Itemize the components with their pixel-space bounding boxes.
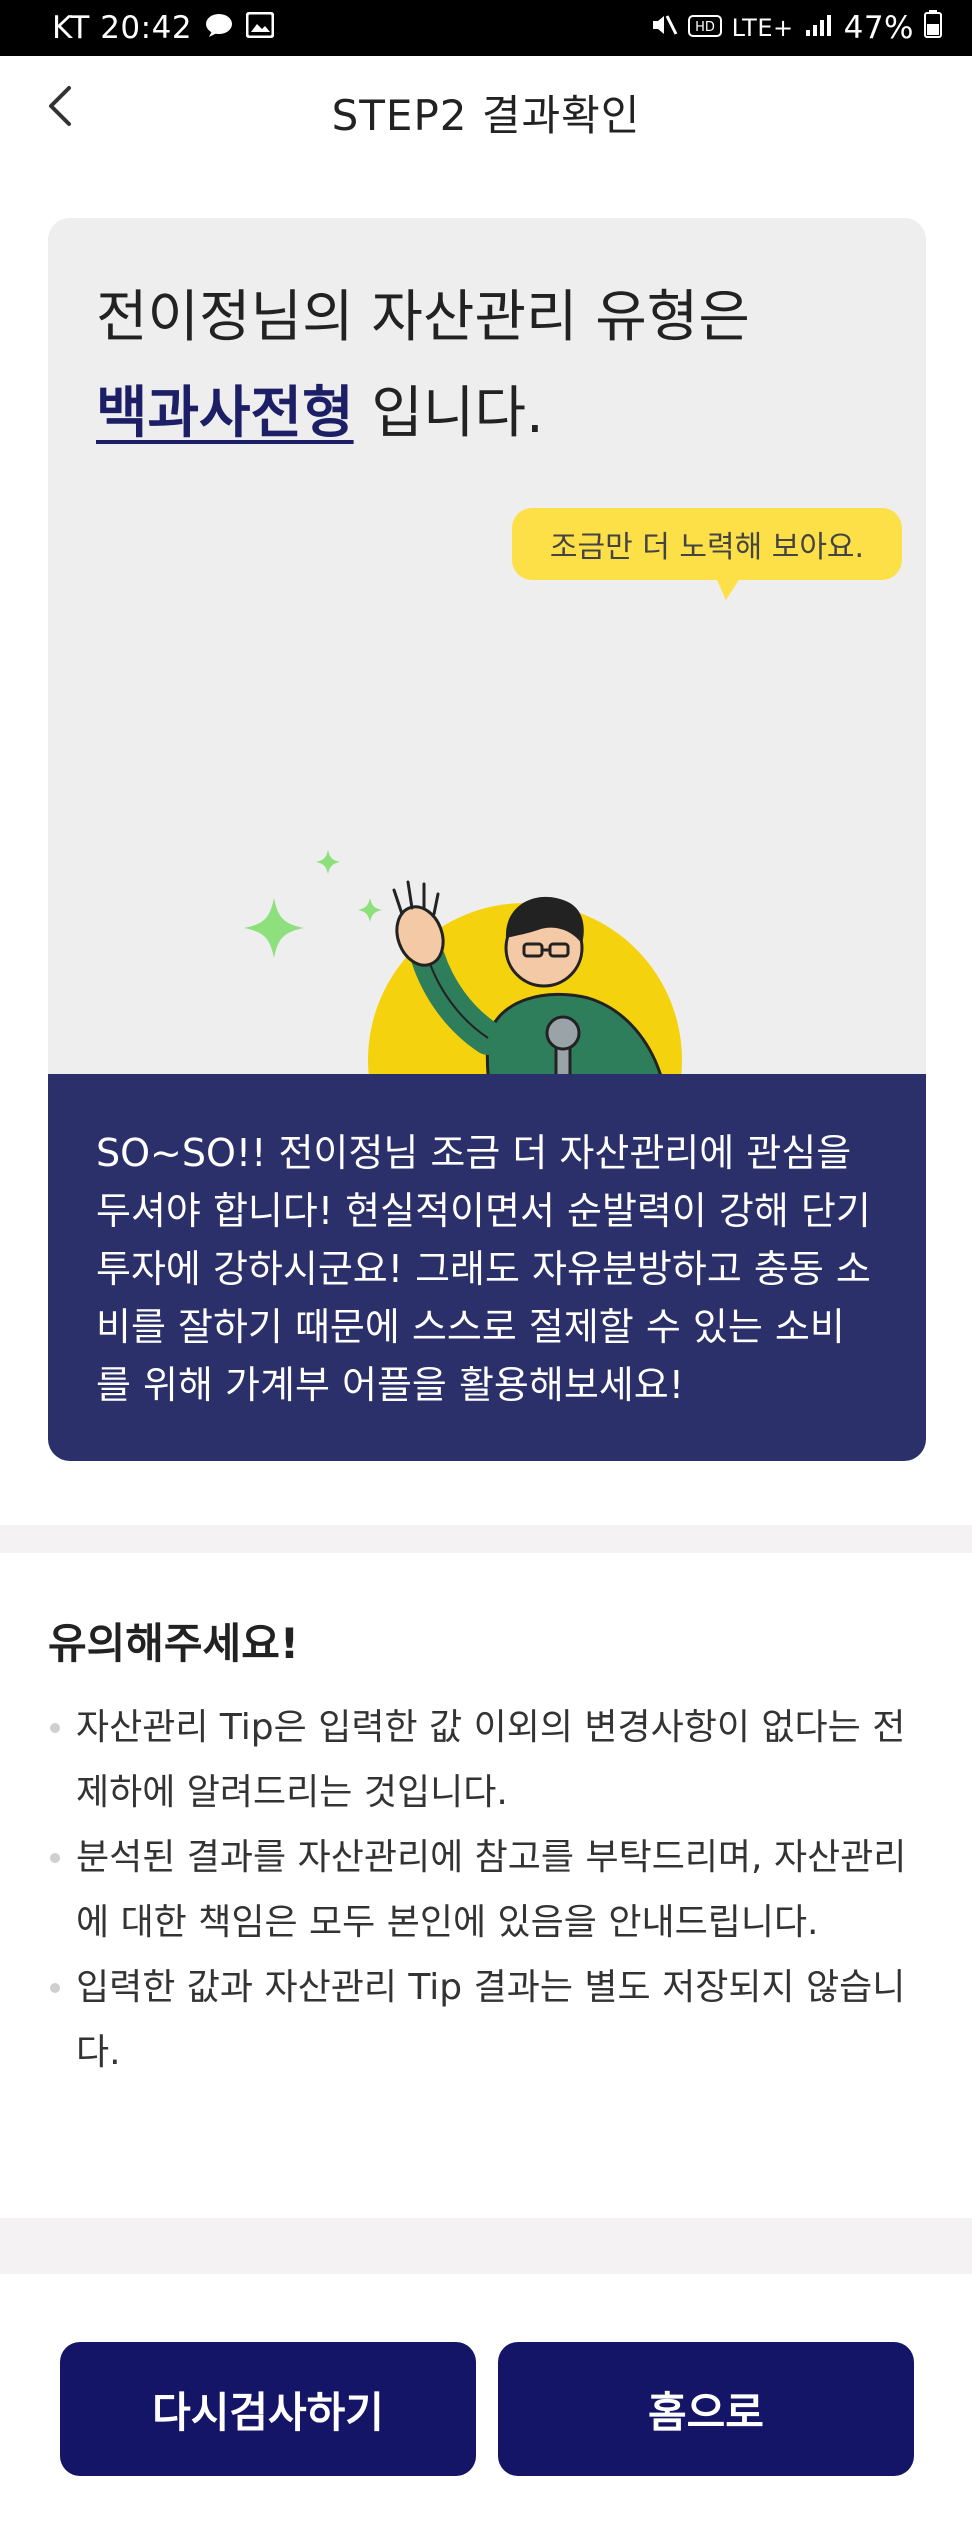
home-button[interactable]: 홈으로	[498, 2342, 914, 2476]
result-heading: 전이정님의 자산관리 유형은	[96, 285, 750, 350]
asset-type-name: 백과사전형	[96, 381, 354, 446]
section-divider	[0, 1525, 972, 1553]
sparkle-large-icon	[244, 898, 304, 958]
status-right: HD LTE+ 47%	[650, 10, 942, 46]
notice-title: 유의해주세요!	[48, 1619, 299, 1668]
result-summary: 전이정님의 자산관리 유형은 백과사전형 입니다. 조금만 더 노력해 보아요.	[48, 218, 926, 1217]
retry-test-button[interactable]: 다시검사하기	[60, 2342, 476, 2476]
speech-bubble-tail	[716, 578, 740, 600]
section-divider	[0, 2218, 972, 2274]
network-type: LTE+	[731, 14, 794, 42]
carrier-time: KT 20:42	[52, 10, 193, 46]
notice-item: 입력한 값과 자산관리 Tip 결과는 별도 저장되지 않습니다.	[48, 1955, 928, 2085]
chat-notification-icon	[204, 10, 234, 46]
result-type-line: 백과사전형 입니다.	[96, 368, 544, 449]
speech-bubble: 조금만 더 노력해 보아요.	[512, 508, 902, 580]
page-title: STEP2 결과확인	[331, 90, 641, 140]
notice-item-text: 입력한 값과 자산관리 Tip 결과는 별도 저장되지 않습니다.	[76, 1967, 906, 2073]
signal-icon	[804, 10, 834, 46]
svg-text:HD: HD	[695, 20, 715, 35]
character-illustration	[188, 618, 708, 1217]
image-notification-icon	[245, 10, 275, 46]
bullet-icon	[50, 1853, 60, 1863]
status-bar: KT 20:42 HD LTE+ 47%	[0, 0, 972, 56]
battery-percent: 47%	[843, 10, 914, 46]
battery-icon	[924, 10, 942, 46]
sparkle-small-icon	[316, 850, 382, 922]
notice-item: 자산관리 Tip은 입력한 값 이외의 변경사항이 없다는 전제하에 알려드리는…	[48, 1695, 928, 1825]
chevron-left-icon	[45, 84, 75, 132]
status-left: KT 20:42	[52, 10, 275, 46]
result-description: SO~SO!! 전이정님 조금 더 자산관리에 관심을 두셔야 합니다! 현실적…	[96, 1131, 871, 1407]
hd-voice-icon: HD	[687, 10, 722, 46]
notice-item: 분석된 결과를 자산관리에 참고를 부탁드리며, 자산관리에 대한 책임은 모두…	[48, 1825, 928, 1955]
mute-vibrate-icon	[650, 10, 678, 46]
bullet-icon	[50, 1723, 60, 1733]
result-type-suffix: 입니다.	[353, 381, 544, 446]
result-card: 전이정님의 자산관리 유형은 백과사전형 입니다. 조금만 더 노력해 보아요.	[48, 218, 926, 1461]
back-button[interactable]	[30, 78, 90, 138]
notice-list: 자산관리 Tip은 입력한 값 이외의 변경사항이 없다는 전제하에 알려드리는…	[48, 1695, 928, 2085]
notice-item-text: 분석된 결과를 자산관리에 참고를 부탁드리며, 자산관리에 대한 책임은 모두…	[76, 1837, 907, 1943]
bullet-icon	[50, 1983, 60, 1993]
result-description-panel: SO~SO!! 전이정님 조금 더 자산관리에 관심을 두셔야 합니다! 현실적…	[48, 1074, 926, 1461]
notice-item-text: 자산관리 Tip은 입력한 값 이외의 변경사항이 없다는 전제하에 알려드리는…	[76, 1707, 906, 1813]
app-header: STEP2 결과확인	[0, 56, 972, 168]
